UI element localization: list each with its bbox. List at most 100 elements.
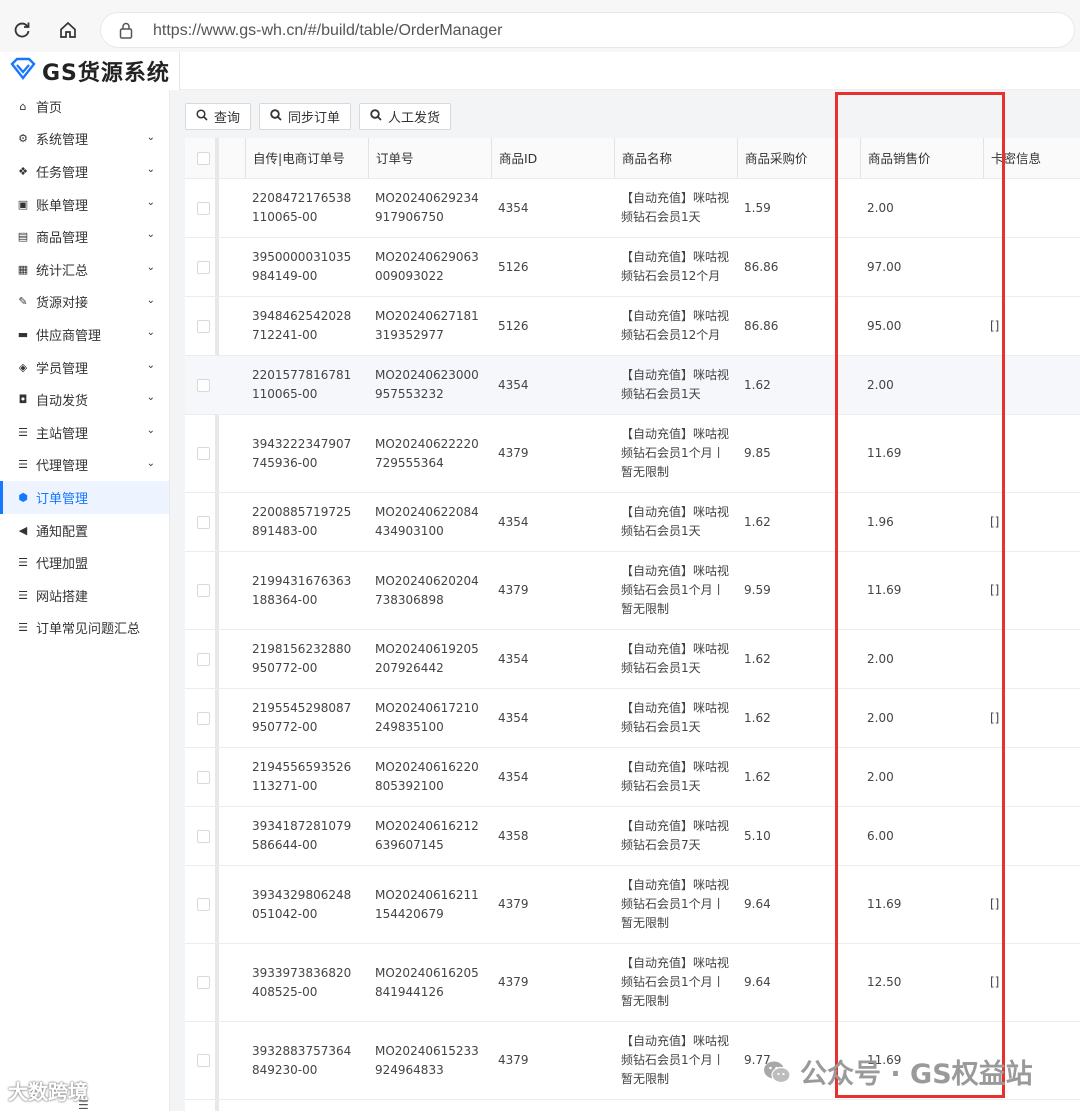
table-row[interactable]: 3933973836820408525-00 MO2024061620584194… [185,944,1080,1022]
search-icon [196,109,208,124]
sidebar-item-12[interactable]: ⬢ 订单管理 [0,481,169,514]
row-checkbox-cell [185,297,221,355]
cell-text: 4379 [498,1053,529,1067]
chevron-down-icon[interactable]: ⌄ [147,262,155,273]
cell-cost: 86.86 [744,297,844,355]
address-bar[interactable]: https://www.gs-wh.cn/#/build/table/Order… [100,12,1075,48]
cell-text: 【自动充值】咪咕视频钻石会员1个月丨暂无限制 [621,878,730,930]
sidebar-item-15[interactable]: ☰ 网站搭建 [0,579,169,612]
tags-icon: ◈ [18,360,28,374]
sidebar-item-16[interactable]: ☰ 订单常见问题汇总 [0,612,169,645]
home-icon[interactable] [54,16,82,44]
sidebar-item-8[interactable]: ◈ 学员管理 ⌄ [0,351,169,384]
table-row[interactable]: 3934187281079586644-00 MO2024061621263960… [185,807,1080,866]
column-header[interactable]: 商品名称 [614,138,737,178]
cell-text: 2200885719725891483-00 [252,505,352,538]
collapse-menu-icon[interactable]: ☰ [78,1098,89,1112]
sidebar-item-11[interactable]: ☰ 代理管理 ⌄ [0,449,169,482]
sidebar-item-5[interactable]: ▦ 统计汇总 ⌄ [0,253,169,286]
column-header[interactable]: 订单号 [368,138,491,178]
app-title: GS货源系统 [42,61,170,86]
row-checkbox[interactable] [196,652,210,666]
sidebar-item-0[interactable]: ⌂ 首页 [0,90,169,123]
row-checkbox[interactable] [196,260,210,274]
cell-text: 4354 [498,377,529,392]
row-checkbox[interactable] [196,515,210,529]
sidebar-item-3[interactable]: ▣ 账单管理 ⌄ [0,188,169,221]
query-label: 查询 [214,111,241,126]
cell-text: 95.00 [867,318,902,333]
sync-orders-button[interactable]: 同步订单 [259,103,352,130]
chevron-down-icon[interactable]: ⌄ [147,458,155,469]
chevron-down-icon[interactable]: ⌄ [147,164,155,175]
row-checkbox[interactable] [196,319,210,333]
sidebar-item-9[interactable]: ◘ 自动发货 ⌄ [0,383,169,416]
table-row[interactable]: 2199431676363188364-00 MO2024062020473830… [185,552,1080,630]
sidebar-item-4[interactable]: ▤ 商品管理 ⌄ [0,220,169,253]
select-all-checkbox[interactable] [196,151,210,165]
cell-card: [] [990,689,1050,747]
chevron-down-icon[interactable]: ⌄ [147,132,155,143]
reload-icon[interactable] [8,16,36,44]
table-row[interactable]: 3950000031035984149-00 MO2024062906300909… [185,238,1080,297]
chevron-down-icon[interactable]: ⌄ [147,425,155,436]
query-button[interactable]: 查询 [185,103,252,130]
cell-cost: 1.62 [744,630,844,688]
column-header[interactable]: 卡密信息 [983,138,1080,178]
table-row[interactable]: 2194556593526113271-00 MO2024061622080539… [185,748,1080,807]
table-row[interactable]: 3943222347907745936-00 MO2024062222072955… [185,415,1080,493]
chevron-down-icon[interactable]: ⌄ [147,229,155,240]
cell-text: 【自动充值】咪咕视频钻石会员1个月丨暂无限制 [621,956,730,1008]
row-checkbox[interactable] [196,711,210,725]
sidebar-item-13[interactable]: ◀ 通知配置 [0,514,169,547]
cell-text: [] [990,975,1000,989]
column-header[interactable]: 商品ID [491,138,614,178]
cell-text: 3950000031035984149-00 [252,250,352,283]
row-checkbox[interactable] [196,770,210,784]
sidebar-item-14[interactable]: ☰ 代理加盟 [0,546,169,579]
table-row[interactable]: 2201577816781110065-00 MO2024062300095755… [185,356,1080,415]
row-checkbox[interactable] [196,201,210,215]
sidebar-item-7[interactable]: ▬ 供应商管理 ⌄ [0,318,169,351]
sidebar: ⌂ 首页 ⚙ 系统管理 ⌄ ❖ 任务管理 ⌄ ▣ 账单管理 ⌄ ▤ 商品管理 ⌄ ▦ 统计汇总 ⌄ ✎ 货源对接 ⌄ ▬… [0,90,170,1111]
cell-price: 11.69 [867,866,967,943]
chevron-down-icon[interactable]: ⌄ [147,327,155,338]
chevron-down-icon[interactable]: ⌄ [147,360,155,371]
chevron-down-icon[interactable]: ⌄ [147,197,155,208]
cell-product-name: 【自动充值】咪咕视频钻石会员1个月丨暂无限制 [621,866,736,943]
table-row[interactable]: 2200885719725891483-00 MO2024062208443490… [185,493,1080,552]
table-row[interactable]: 3934329806248051042-00 MO2024061621115442… [185,866,1080,944]
row-checkbox[interactable] [196,447,210,460]
manual-ship-button[interactable]: 人工发货 [359,103,452,130]
row-checkbox[interactable] [196,976,210,989]
chevron-down-icon[interactable]: ⌄ [147,295,155,306]
cell-ext-no: 3932883757364849230-00 [252,1022,352,1099]
cell-price: 1.96 [867,493,967,551]
column-header[interactable]: 自传|电商订单号 [245,138,368,178]
sidebar-item-1[interactable]: ⚙ 系统管理 ⌄ [0,123,169,156]
table-row[interactable]: 2198156232880950772-00 MO2024061920520792… [185,630,1080,689]
row-checkbox[interactable] [196,898,210,911]
cell-text: 【自动充值】咪咕视频钻石会员1个月丨暂无限制 [621,564,730,616]
column-header[interactable]: 商品采购价 [737,138,860,178]
row-checkbox[interactable] [196,1054,210,1067]
browser-toolbar: https://www.gs-wh.cn/#/build/table/Order… [0,0,1080,60]
sidebar-item-10[interactable]: ☰ 主站管理 ⌄ [0,416,169,449]
cell-ext-no: 2195545298087950772-00 [252,689,352,747]
table-row[interactable]: 2208472176538110065-00 MO2024062923491790… [185,179,1080,238]
logo[interactable]: GS货源系统 [0,52,180,90]
watermark-right: 公众号 · GS权益站 [762,1052,1033,1091]
cell-text: MO20240616205841944126 [375,965,479,999]
row-checkbox[interactable] [196,584,210,597]
row-checkbox-cell [185,630,221,688]
sidebar-item-6[interactable]: ✎ 货源对接 ⌄ [0,286,169,319]
cell-text: MO20240627181319352977 [375,309,479,342]
column-header[interactable]: 商品销售价 [860,138,983,178]
sidebar-item-2[interactable]: ❖ 任务管理 ⌄ [0,155,169,188]
chevron-down-icon[interactable]: ⌄ [147,392,155,403]
row-checkbox[interactable] [196,378,210,392]
table-row[interactable]: 3948462542028712241-00 MO2024062718131935… [185,297,1080,356]
car-icon: ◘ [18,393,28,407]
row-checkbox[interactable] [196,829,210,843]
table-row[interactable]: 2195545298087950772-00 MO2024061721024983… [185,689,1080,748]
